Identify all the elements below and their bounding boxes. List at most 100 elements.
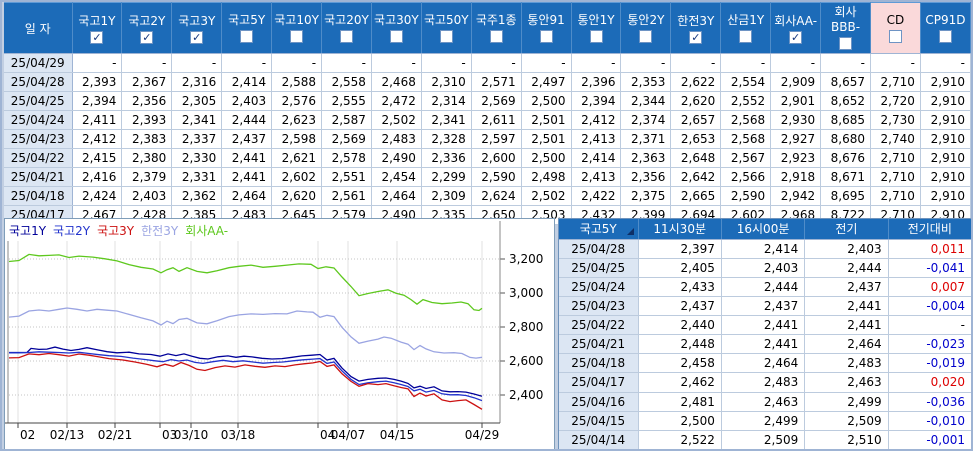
yield-cell: 2,566: [720, 167, 772, 187]
legend-item[interactable]: 국고3Y: [97, 224, 134, 238]
column-header[interactable]: 통안1Y: [571, 2, 622, 54]
detail-value-cell: 2,481: [638, 392, 722, 412]
column-header[interactable]: CP91D: [920, 2, 971, 54]
detail-title-header[interactable]: 국고5Y: [559, 219, 639, 240]
detail-header-row: 국고5Y 11시30분 16시00분 전기 전기대비: [559, 219, 971, 240]
detail-row[interactable]: 25/04/24 2,433 2,444 2,437 0,007: [559, 277, 971, 297]
detail-value-cell: 2,397: [638, 239, 722, 259]
yield-cell: 2,927: [770, 129, 822, 149]
detail-value-cell: 2,437: [638, 296, 722, 317]
yield-cell: 2,444: [221, 110, 273, 130]
header-checkbox[interactable]: [339, 29, 353, 43]
change-cell: 0,011: [888, 239, 971, 259]
yield-cell: 2,910: [920, 186, 971, 206]
yield-cell: 2,299: [421, 167, 472, 187]
yield-cell: 2,383: [121, 129, 173, 149]
detail-row[interactable]: 25/04/28 2,397 2,414 2,403 0,011: [559, 239, 971, 259]
yield-cell: 2,501: [521, 110, 572, 130]
table-row[interactable]: 25/04/18 2,424 2,403 2,362 2,464 2,620 2,561 2,…: [4, 186, 971, 206]
table-row[interactable]: 25/04/25 2,394 2,356 2,305 2,403 2,576 2,555 2,…: [4, 91, 971, 111]
column-header[interactable]: 산금1Y: [720, 2, 772, 54]
detail-row[interactable]: 25/04/23 2,437 2,437 2,441 -0,004: [559, 296, 971, 317]
change-cell: -: [888, 315, 971, 336]
column-header[interactable]: 국고50Y: [421, 2, 472, 54]
header-checkbox[interactable]: ✓: [90, 31, 104, 44]
yield-cell: 2,344: [620, 91, 672, 111]
column-header[interactable]: 국고20Y: [321, 2, 372, 54]
column-header[interactable]: 국고10Y: [271, 2, 323, 54]
column-header[interactable]: 국고1Y ✓: [72, 2, 123, 54]
table-row[interactable]: 25/04/29- - - - - - - - - - - - - - - - - -: [4, 53, 971, 73]
legend-item[interactable]: 국고2Y: [53, 224, 90, 238]
yield-cell: 2,330: [171, 148, 223, 168]
header-checkbox[interactable]: [240, 29, 254, 43]
yield-cell: 2,910: [920, 91, 971, 111]
yield-cell: 2,454: [371, 167, 422, 187]
detail-row[interactable]: 25/04/18 2,458 2,464 2,483 -0,019: [559, 353, 971, 374]
table-row[interactable]: 25/04/24 2,411 2,393 2,341 2,444 2,623 2,587 2,…: [4, 110, 971, 130]
header-checkbox[interactable]: [290, 29, 304, 43]
table-row[interactable]: 25/04/28 2,393 2,367 2,316 2,414 2,588 2,558 2,…: [4, 72, 971, 92]
column-header[interactable]: 통안2Y: [620, 2, 672, 54]
detail-column-header[interactable]: 11시30분: [638, 219, 722, 240]
column-header[interactable]: 통안91: [521, 2, 572, 54]
column-header[interactable]: 국고5Y: [221, 2, 273, 54]
legend-item[interactable]: 한전3Y: [141, 224, 178, 238]
yield-cell: -: [371, 53, 422, 73]
yield-cell: 2,710: [870, 167, 921, 187]
column-header[interactable]: 국고3Y ✓: [171, 2, 223, 54]
header-checkbox[interactable]: [938, 29, 952, 43]
sort-icon[interactable]: [626, 227, 634, 235]
column-header[interactable]: 회사AA- ✓: [770, 2, 822, 54]
detail-row[interactable]: 25/04/21 2,448 2,441 2,464 -0,023: [559, 334, 971, 355]
header-checkbox[interactable]: [389, 29, 403, 43]
detail-date-cell: 25/04/22: [559, 315, 639, 336]
table-row[interactable]: 25/04/22 2,415 2,380 2,330 2,441 2,621 2,578 2,…: [4, 148, 971, 168]
column-header[interactable]: 회사BBB-: [820, 2, 871, 54]
x-axis-label: 02: [20, 428, 35, 442]
detail-row[interactable]: 25/04/15 2,500 2,499 2,509 -0,010: [559, 411, 971, 431]
column-header[interactable]: CD: [870, 2, 921, 54]
legend-item[interactable]: 회사AA-: [185, 224, 228, 238]
column-header[interactable]: 한전3Y ✓: [670, 2, 722, 54]
yield-cell: 2,930: [770, 110, 822, 130]
header-checkbox[interactable]: [439, 29, 453, 43]
header-checkbox[interactable]: [539, 29, 553, 43]
yield-cell: 8,685: [820, 110, 871, 130]
detail-column-header[interactable]: 16시00분: [721, 219, 806, 240]
detail-row[interactable]: 25/04/14 2,522 2,509 2,510 -0,001: [559, 430, 971, 449]
checkbox-check-icon: ✓: [192, 31, 202, 44]
column-header[interactable]: 국주1종: [471, 2, 522, 54]
column-header[interactable]: 국고2Y ✓: [121, 2, 173, 54]
legend-item[interactable]: 국고1Y: [9, 224, 46, 238]
header-checkbox[interactable]: ✓: [689, 31, 703, 44]
detail-row[interactable]: 25/04/22 2,440 2,441 2,441-: [559, 315, 971, 336]
header-checkbox[interactable]: [739, 29, 753, 43]
header-checkbox[interactable]: [589, 29, 603, 43]
detail-row[interactable]: 25/04/17 2,462 2,483 2,463 0,020: [559, 372, 971, 393]
header-checkbox[interactable]: [489, 29, 503, 43]
header-checkbox[interactable]: [888, 29, 902, 43]
yield-cell: -: [271, 53, 323, 73]
detail-value-cell: 2,444: [721, 277, 806, 297]
date-column-header[interactable]: 일 자: [4, 2, 73, 54]
header-checkbox[interactable]: [839, 37, 853, 50]
table-row[interactable]: 25/04/23 2,412 2,383 2,337 2,437 2,598 2,569 2,…: [4, 129, 971, 149]
change-cell: -0,001: [888, 430, 971, 449]
yield-cell: 2,923: [770, 148, 822, 168]
header-checkbox[interactable]: ✓: [789, 31, 803, 44]
yield-cell: 2,437: [221, 129, 273, 149]
yield-cell: 2,576: [271, 91, 323, 111]
detail-column-header[interactable]: 전기: [804, 219, 889, 240]
detail-row[interactable]: 25/04/25 2,405 2,403 2,444 -0,041: [559, 258, 971, 278]
detail-date-cell: 25/04/14: [559, 430, 639, 449]
table-row[interactable]: 25/04/21 2,416 2,379 2,331 2,441 2,602 2,551 2,…: [4, 167, 971, 187]
header-checkbox[interactable]: [639, 29, 653, 43]
header-checkbox[interactable]: ✓: [140, 31, 154, 44]
detail-row[interactable]: 25/04/16 2,481 2,463 2,499 -0,036: [559, 392, 971, 412]
header-checkbox[interactable]: ✓: [190, 31, 204, 44]
checkbox-check-icon: ✓: [691, 31, 701, 44]
detail-column-header[interactable]: 전기대비: [888, 219, 971, 240]
yield-cell: 2,598: [271, 129, 323, 149]
column-header[interactable]: 국고30Y: [371, 2, 422, 54]
